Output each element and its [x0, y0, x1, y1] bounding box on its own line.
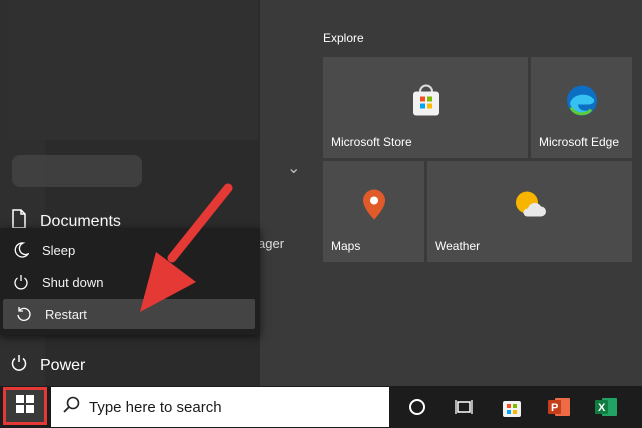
- tile-weather[interactable]: Weather: [427, 161, 632, 262]
- start-button[interactable]: [3, 387, 47, 425]
- tile-microsoft-store[interactable]: Microsoft Store: [323, 57, 528, 158]
- map-pin-icon: [361, 189, 387, 224]
- tile-maps[interactable]: Maps: [323, 161, 424, 262]
- restart-icon: [13, 303, 35, 325]
- shutdown-option[interactable]: Shut down: [0, 267, 256, 297]
- blurred-user-item: [12, 155, 142, 187]
- power-icon: [10, 271, 32, 293]
- restart-option[interactable]: Restart: [3, 299, 255, 329]
- rail-power-label: Power: [40, 356, 86, 374]
- tile-maps-label: Maps: [331, 239, 361, 253]
- edge-icon: [565, 84, 599, 121]
- search-placeholder: Type here to search: [89, 398, 222, 416]
- tile-weather-label: Weather: [435, 239, 481, 253]
- tile-store-label: Microsoft Store: [331, 135, 412, 149]
- tile-edge-label: Microsoft Edge: [539, 135, 620, 149]
- store-bag-icon: [409, 84, 443, 121]
- svg-text:X: X: [598, 402, 606, 414]
- partial-app-label: ager: [258, 236, 285, 251]
- svg-text:P: P: [551, 402, 558, 414]
- windows-logo-icon: [16, 394, 34, 418]
- store-taskbar-icon[interactable]: [497, 392, 527, 422]
- taskbar: Type here to search P X: [0, 386, 642, 428]
- power-menu: Sleep Shut down Restart: [0, 228, 260, 335]
- search-icon: [63, 396, 81, 419]
- tile-microsoft-edge[interactable]: Microsoft Edge: [531, 57, 632, 158]
- task-view-icon[interactable]: [449, 392, 479, 422]
- chevron-down-icon[interactable]: ⌄: [287, 158, 300, 178]
- blurred-region: [8, 0, 258, 140]
- weather-sun-cloud-icon: [513, 190, 547, 223]
- sleep-option[interactable]: Sleep: [0, 235, 256, 265]
- sleep-label: Sleep: [42, 242, 76, 258]
- shutdown-label: Shut down: [42, 274, 104, 290]
- excel-icon[interactable]: X: [591, 392, 621, 422]
- tile-group-title: Explore: [323, 31, 364, 45]
- power-icon: [10, 354, 28, 377]
- taskbar-search-box[interactable]: Type here to search: [51, 387, 389, 427]
- rail-power[interactable]: Power: [10, 354, 85, 377]
- cortana-icon[interactable]: [402, 392, 432, 422]
- moon-icon: [10, 239, 32, 261]
- restart-label: Restart: [45, 306, 87, 322]
- powerpoint-icon[interactable]: P: [544, 392, 574, 422]
